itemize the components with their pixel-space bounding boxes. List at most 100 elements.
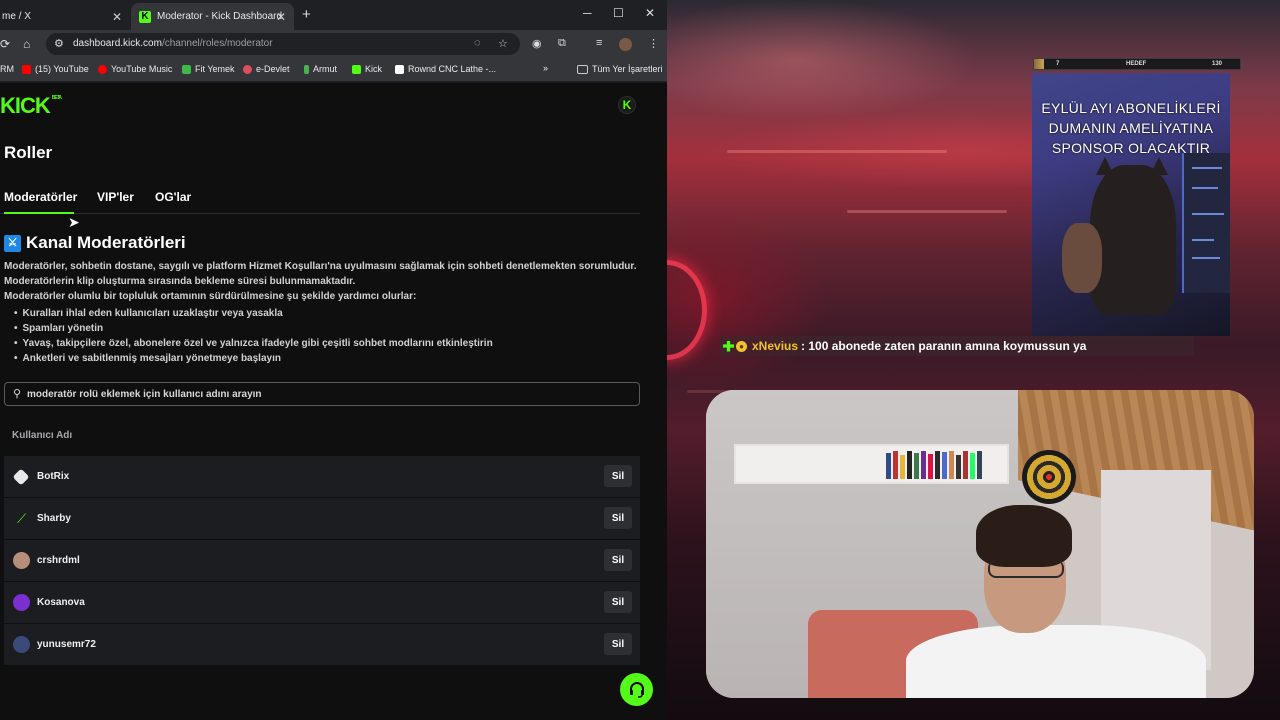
window-close-icon[interactable]: ✕ bbox=[645, 6, 655, 20]
tab-title: Moderator - Kick Dashboard bbox=[157, 11, 283, 22]
moderator-name: Kosanova bbox=[37, 597, 85, 608]
table-row: yunusemr72 Sil bbox=[4, 624, 640, 665]
bookmark-item[interactable]: YouTube Music bbox=[98, 64, 172, 74]
kick-favicon-icon: K bbox=[139, 10, 151, 23]
table-row: crshrdml Sil bbox=[4, 540, 640, 581]
support-headset-button[interactable] bbox=[620, 673, 653, 706]
bookshelf bbox=[734, 444, 1009, 484]
goal-target: 130 bbox=[1212, 61, 1223, 67]
bookmarks-bar: RM (15) YouTube YouTube Music Fit Yemek … bbox=[0, 58, 667, 82]
media-icon[interactable]: ≡ bbox=[596, 37, 602, 49]
address-bar[interactable]: ⚙ dashboard.kick.com/channel/roles/moder… bbox=[46, 33, 520, 55]
bookmarks-overflow-icon[interactable]: » bbox=[543, 63, 548, 73]
search-input[interactable] bbox=[27, 386, 627, 402]
bullet-item: Yavaş, takipçilere özel, abonelere özel … bbox=[14, 338, 493, 349]
bookmark-star-icon[interactable]: ☆ bbox=[498, 37, 508, 50]
section-title: Kanal Moderatörleri bbox=[26, 233, 186, 252]
headset-icon bbox=[629, 681, 644, 698]
bookmark-item[interactable]: RM bbox=[0, 64, 14, 74]
tab-x[interactable]: me / X ✕ bbox=[0, 3, 130, 30]
kick-icon bbox=[352, 64, 361, 74]
close-icon[interactable]: ✕ bbox=[112, 10, 122, 24]
description-line: Moderatörlerin klip oluşturma sırasında … bbox=[4, 276, 356, 287]
hair bbox=[976, 505, 1072, 567]
chat-message: ● xNevius : 100 abonede zaten paranın am… bbox=[720, 336, 1194, 356]
dartboard bbox=[1022, 450, 1076, 504]
youtube-icon bbox=[22, 64, 31, 74]
table-row: Kosanova Sil bbox=[4, 582, 640, 623]
extension-icon[interactable]: ◉ bbox=[532, 37, 542, 50]
user-avatar bbox=[13, 552, 30, 569]
tab-moderators[interactable]: Moderatörler bbox=[4, 190, 77, 204]
maximize-icon[interactable]: ☐ bbox=[613, 6, 624, 20]
user-avatar bbox=[13, 636, 30, 653]
user-avatar[interactable]: K bbox=[618, 96, 636, 114]
e-devlet-icon bbox=[243, 64, 252, 74]
folder-icon bbox=[577, 64, 588, 74]
cat bbox=[1090, 157, 1176, 315]
bookmark-item[interactable]: e-Devlet bbox=[243, 64, 290, 74]
bookmark-item[interactable]: Kick bbox=[352, 64, 382, 74]
goal-label: HEDEF bbox=[1126, 61, 1147, 67]
moderator-name: BotRix bbox=[37, 471, 70, 482]
minimize-icon[interactable]: ─ bbox=[583, 6, 592, 20]
menu-icon[interactable]: ⋮ bbox=[648, 37, 659, 50]
bullet-item: Kuralları ihlal eden kullanıcıları uzakl… bbox=[14, 308, 283, 319]
search-icon: ⚲ bbox=[13, 388, 22, 400]
site-info-icon[interactable]: ⚙ bbox=[54, 37, 64, 50]
bookmark-item[interactable]: Rownd CNC Lathe -... bbox=[395, 64, 496, 74]
goal-current: 7 bbox=[1056, 61, 1060, 67]
beta-badge: BETA bbox=[51, 95, 62, 101]
bullet-item: Spamları yönetin bbox=[14, 323, 104, 334]
remove-button[interactable]: Sil bbox=[604, 549, 632, 571]
neon-ring bbox=[667, 260, 707, 360]
bookmark-folder[interactable]: Tüm Yer İşaretleri bbox=[577, 64, 663, 74]
tab-vips[interactable]: VIP'ler bbox=[97, 190, 134, 204]
description-line: Moderatörler olumlu bir topluluk ortamın… bbox=[4, 291, 417, 302]
mouse-cursor-icon: ➤ bbox=[68, 214, 80, 230]
bookmark-item[interactable]: Armut bbox=[304, 64, 337, 74]
moderator-search: ⚲ bbox=[4, 382, 640, 406]
background-streak bbox=[727, 150, 947, 153]
tab-title: me / X bbox=[2, 11, 31, 22]
close-icon[interactable]: ✕ bbox=[276, 10, 286, 24]
bullet-item: Anketleri ve sabitlenmiş mesajları yönet… bbox=[14, 353, 281, 364]
background-streak bbox=[847, 210, 1007, 213]
streamer-webcam bbox=[706, 390, 1254, 698]
fit-yemek-icon bbox=[182, 64, 191, 74]
moderator-name: crshrdml bbox=[37, 555, 80, 566]
section-heading: ⚔ Kanal Moderatörleri bbox=[4, 233, 186, 253]
reload-icon[interactable]: ⟳ bbox=[0, 37, 10, 51]
banner-line: DUMANIN AMELİYATINA bbox=[1048, 120, 1214, 136]
subscriber-badge-icon: ● bbox=[736, 340, 747, 352]
user-avatar bbox=[13, 594, 30, 611]
tab-strip: me / X ✕ K Moderator - Kick Dashboard ✕ … bbox=[0, 0, 667, 30]
tab-ogs[interactable]: OG'lar bbox=[155, 190, 191, 204]
remove-button[interactable]: Sil bbox=[604, 507, 632, 529]
table-row: ⟋ Sharby Sil bbox=[4, 498, 640, 539]
home-icon[interactable]: ⌂ bbox=[23, 37, 30, 51]
shirt bbox=[906, 625, 1206, 698]
kick-logo[interactable]: KICK BETA bbox=[0, 93, 62, 119]
remove-button[interactable]: Sil bbox=[604, 591, 632, 613]
bookmark-item[interactable]: Fit Yemek bbox=[182, 64, 235, 74]
hand bbox=[1062, 223, 1102, 293]
moderator-name: yunusemr72 bbox=[37, 639, 96, 650]
remove-button[interactable]: Sil bbox=[604, 465, 632, 487]
page-title: Roller bbox=[4, 143, 53, 162]
tab-kick-dashboard[interactable]: K Moderator - Kick Dashboard ✕ bbox=[131, 3, 294, 30]
streamer bbox=[906, 505, 1206, 698]
remove-button[interactable]: Sil bbox=[604, 633, 632, 655]
eye-off-icon[interactable]: ◌ bbox=[474, 37, 481, 49]
diamond-icon bbox=[12, 468, 30, 486]
armut-icon bbox=[304, 64, 309, 74]
cat-cam-panel: EYLÜL AYI ABONELİKLERİ DUMANIN AMELİYATI… bbox=[1032, 73, 1230, 336]
banner-line: SPONSOR OLACAKTIR bbox=[1051, 140, 1211, 156]
bookmark-item[interactable]: (15) YouTube bbox=[22, 64, 89, 74]
new-tab-icon[interactable]: + bbox=[302, 6, 311, 23]
tabs-divider bbox=[0, 213, 640, 214]
puzzle-icon[interactable]: ⧉ bbox=[558, 37, 566, 50]
profile-avatar[interactable] bbox=[619, 38, 632, 51]
browser-window: me / X ✕ K Moderator - Kick Dashboard ✕ … bbox=[0, 0, 667, 720]
rownd-icon bbox=[395, 64, 404, 74]
